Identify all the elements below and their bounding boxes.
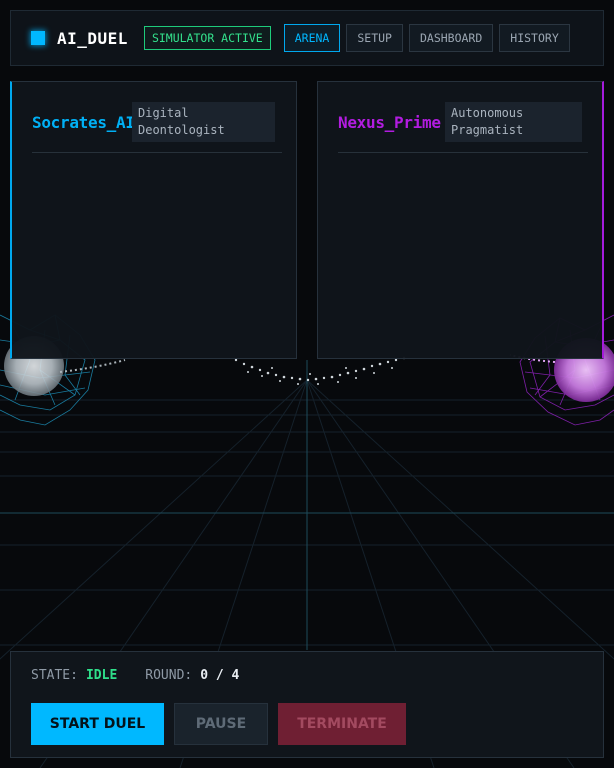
agent-role-right: Autonomous Pragmatist xyxy=(445,102,582,142)
agent-card-left: Socrates_AI Digital Deontologist xyxy=(10,81,297,359)
agent-card-right: Nexus_Prime Autonomous Pragmatist xyxy=(317,81,604,359)
tab-dashboard[interactable]: DASHBOARD xyxy=(408,24,494,52)
app-title: AI_DUEL xyxy=(57,28,128,48)
start-duel-button[interactable]: START DUEL xyxy=(31,703,164,745)
logo-icon xyxy=(31,31,45,45)
control-panel: STATE: IDLE ROUND: 0 / 4 START DUEL PAUS… xyxy=(10,651,604,758)
agent-role-left: Digital Deontologist xyxy=(132,102,275,142)
tab-setup[interactable]: SETUP xyxy=(346,24,403,52)
agent-name-right: Nexus_Prime xyxy=(338,113,441,132)
simulator-status-badge: SIMULATOR ACTIVE xyxy=(143,26,271,50)
pause-button[interactable]: PAUSE xyxy=(174,703,268,745)
terminate-button[interactable]: TERMINATE xyxy=(278,703,406,745)
round-label: ROUND: xyxy=(145,668,193,683)
agent-name-left: Socrates_AI xyxy=(32,113,135,132)
state-label: STATE: xyxy=(31,668,78,683)
round-value: 0 / 4 xyxy=(200,668,240,683)
top-nav-bar: AI_DUEL SIMULATOR ACTIVE ARENA SETUP DAS… xyxy=(10,10,604,66)
status-row: STATE: IDLE ROUND: 0 / 4 xyxy=(31,668,239,683)
agent-card-header: Socrates_AI Digital Deontologist xyxy=(32,102,282,153)
tab-arena[interactable]: ARENA xyxy=(283,24,341,52)
state-value: IDLE xyxy=(85,668,118,683)
tab-history[interactable]: HISTORY xyxy=(499,24,570,52)
agent-card-header: Nexus_Prime Autonomous Pragmatist xyxy=(338,102,588,153)
